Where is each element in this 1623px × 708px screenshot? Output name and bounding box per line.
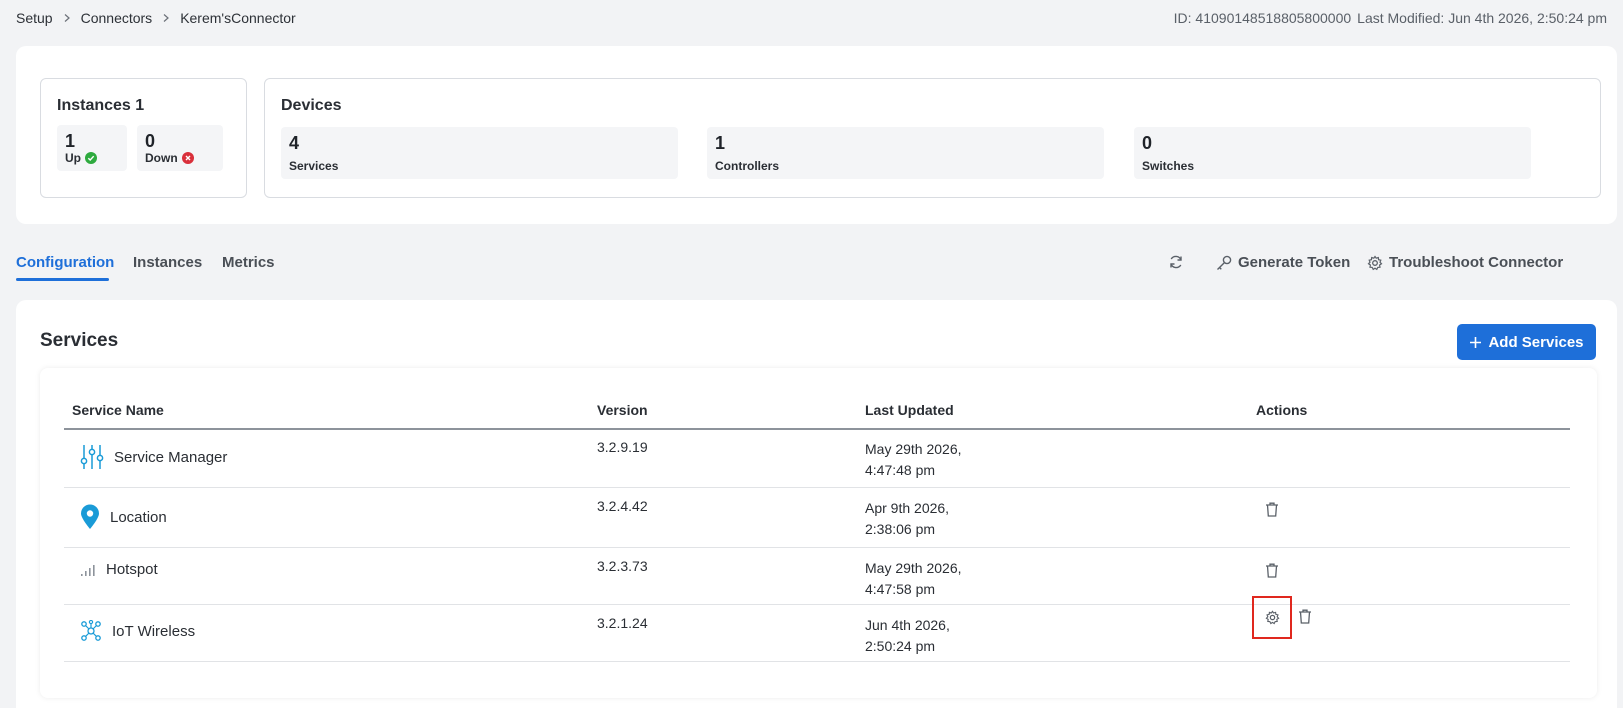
row-divider (64, 661, 1570, 662)
devices-switches-value: 0 (1142, 133, 1153, 153)
up-label-text: Up (65, 151, 81, 165)
row-divider (64, 487, 1570, 488)
chevron-right-icon (64, 14, 70, 22)
column-header-actions: Actions (1256, 402, 1308, 418)
summary-card: Instances 1 1 Up 0 Down Devices 4 Servic… (16, 46, 1617, 224)
date-line: Jun 4th 2026, (865, 617, 950, 633)
row-divider (64, 604, 1570, 605)
services-title: Services (40, 330, 119, 351)
active-tab-indicator (16, 278, 109, 281)
devices-controllers-stat: 1 Controllers (707, 127, 1104, 179)
refresh-icon (1170, 255, 1182, 269)
key-icon (1217, 255, 1232, 270)
table-row-location[interactable]: Location (80, 504, 167, 530)
instances-down-value: 0 (145, 131, 156, 151)
time-line: 2:38:06 pm (865, 521, 936, 537)
service-last-updated: May 29th 2026, 4:47:58 pm (865, 558, 962, 600)
x-circle-icon (181, 152, 194, 164)
network-nodes-icon (81, 620, 101, 641)
service-name: IoT Wireless (112, 622, 196, 640)
devices-controllers-value: 1 (715, 133, 726, 153)
service-version: 3.2.3.73 (597, 558, 648, 574)
service-version: 3.2.1.24 (597, 615, 648, 631)
column-header-last-updated[interactable]: Last Updated (865, 402, 954, 418)
add-services-label: Add Services (1488, 333, 1584, 351)
connector-meta: ID: 41090148518805800000 Last Modified: … (1174, 10, 1607, 26)
instances-down-label: Down (145, 151, 194, 165)
date-line: Apr 9th 2026, (865, 500, 950, 516)
troubleshoot-label: Troubleshoot Connector (1389, 254, 1564, 271)
instances-up-label: Up (65, 151, 97, 165)
signal-bars-icon (81, 564, 95, 576)
breadcrumb-connectors[interactable]: Connectors (81, 10, 153, 26)
devices-switches-label: Switches (1142, 159, 1195, 173)
time-line: 4:47:58 pm (865, 581, 936, 597)
top-bar: Setup Connectors Kerem'sConnector ID: 41… (16, 8, 1607, 28)
trash-icon (1299, 609, 1311, 624)
time-line: 2:50:24 pm (865, 638, 936, 654)
trash-icon (1266, 563, 1278, 578)
trash-icon (1266, 502, 1278, 517)
breadcrumb-setup[interactable]: Setup (16, 10, 53, 26)
header-divider (64, 428, 1570, 430)
devices-box: Devices 4 Services 1 Controllers 0 Switc… (264, 78, 1601, 198)
devices-controllers-label: Controllers (715, 159, 780, 173)
service-last-updated: Jun 4th 2026, 2:50:24 pm (865, 615, 950, 657)
service-name: Location (110, 508, 167, 526)
last-modified: Last Modified: Jun 4th 2026, 2:50:24 pm (1357, 10, 1607, 26)
connector-id: ID: 41090148518805800000 (1173, 10, 1352, 26)
time-line: 4:47:48 pm (865, 462, 936, 478)
service-name: Service Manager (114, 448, 228, 466)
row-divider (64, 547, 1570, 548)
check-circle-icon (85, 152, 97, 164)
breadcrumb: Setup Connectors Kerem'sConnector (16, 10, 296, 26)
delete-iot-wireless-button[interactable] (1294, 605, 1316, 627)
service-last-updated: Apr 9th 2026, 2:38:06 pm (865, 498, 949, 540)
sliders-icon (80, 445, 104, 469)
tab-instances[interactable]: Instances (133, 254, 202, 271)
generate-token-button[interactable]: Generate Token (1216, 254, 1350, 271)
devices-services-stat: 4 Services (281, 127, 678, 179)
add-services-button[interactable]: Add Services (1457, 324, 1596, 360)
instances-up-value: 1 (65, 131, 76, 151)
down-label-text: Down (145, 151, 178, 165)
date-line: May 29th 2026, (865, 441, 962, 457)
service-last-updated: May 29th 2026, 4:47:48 pm (865, 439, 962, 481)
tabs-row: Configuration Instances Metrics Generate… (16, 250, 1607, 282)
column-header-version[interactable]: Version (597, 402, 648, 418)
gear-icon (1367, 254, 1383, 270)
table-row-hotspot[interactable]: Hotspot (80, 561, 158, 578)
tab-metrics[interactable]: Metrics (222, 254, 275, 271)
generate-token-label: Generate Token (1238, 254, 1351, 271)
column-header-service-name[interactable]: Service Name (72, 402, 164, 418)
service-name: Hotspot (106, 561, 158, 578)
service-version: 3.2.9.19 (597, 439, 648, 455)
delete-hotspot-button[interactable] (1261, 559, 1283, 581)
table-row-iot-wireless[interactable]: IoT Wireless (80, 620, 195, 642)
configure-iot-wireless-button[interactable] (1261, 606, 1283, 628)
instances-box: Instances 1 1 Up 0 Down (40, 78, 247, 198)
location-pin-icon (81, 504, 99, 529)
refresh-button[interactable] (1168, 254, 1184, 270)
devices-services-value: 4 (289, 133, 300, 153)
breadcrumb-current: Kerem'sConnector (180, 10, 296, 26)
table-row-service-manager[interactable]: Service Manager (80, 444, 227, 470)
service-version: 3.2.4.42 (597, 498, 648, 514)
troubleshoot-connector-button[interactable]: Troubleshoot Connector (1367, 254, 1563, 271)
instances-down-stat: 0 Down (137, 125, 223, 171)
devices-title: Devices (281, 97, 342, 114)
instances-title: Instances 1 (57, 97, 145, 114)
services-table: Service Name Version Last Updated Action… (40, 368, 1597, 698)
instances-up-stat: 1 Up (57, 125, 127, 171)
plus-icon (1470, 336, 1482, 348)
chevron-right-icon (163, 14, 170, 22)
date-line: May 29th 2026, (865, 560, 962, 576)
tab-configuration[interactable]: Configuration (16, 254, 114, 271)
services-card: Services Add Services Service Name Versi… (16, 300, 1617, 708)
devices-services-label: Services (289, 159, 339, 173)
devices-switches-stat: 0 Switches (1134, 127, 1531, 179)
delete-location-button[interactable] (1261, 498, 1283, 520)
gear-icon (1265, 609, 1279, 624)
